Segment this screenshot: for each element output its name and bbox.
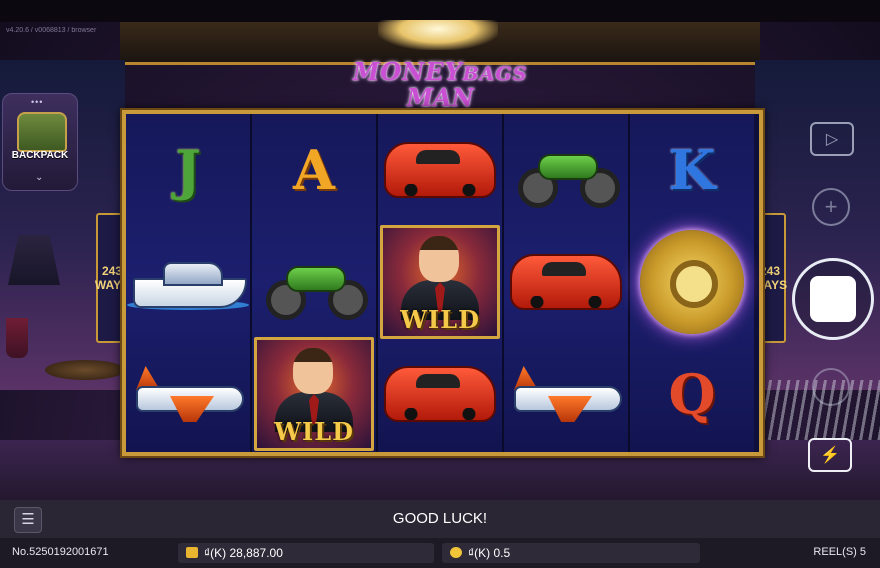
wine-glass — [6, 318, 28, 358]
letter-a: A — [293, 138, 335, 202]
bet-increase-button[interactable]: + — [812, 188, 850, 226]
symbol-motorcycle — [252, 226, 376, 338]
symbol-yacht — [126, 226, 250, 338]
logo-word-money: MONEY — [352, 57, 463, 86]
turbo-button[interactable]: ⚡ — [808, 438, 852, 472]
lightning-icon: ⚡ — [820, 447, 840, 464]
coins-icon — [450, 547, 462, 558]
wild-icon: WILD — [380, 225, 500, 339]
plus-icon: + — [824, 194, 838, 219]
version-text: v4.20.6 / v0068813 / browser — [6, 27, 97, 34]
autoplay-button[interactable] — [812, 368, 850, 406]
symbol-airplane — [126, 338, 250, 450]
airplane-icon — [132, 362, 244, 426]
side-table — [45, 360, 125, 380]
symbol-wild: WILD — [378, 225, 502, 339]
symbol-k: K — [630, 114, 754, 226]
motorcycle-icon — [264, 252, 368, 320]
reel-4 — [504, 114, 630, 452]
wild-label: WILD — [400, 305, 480, 334]
top-bar — [0, 0, 880, 22]
chandelier — [378, 20, 498, 50]
video-icon: ▷ — [825, 131, 839, 148]
symbol-sports-car — [378, 114, 502, 226]
backpack-icon — [17, 112, 67, 152]
reels-count: REEL(S) 5 — [813, 546, 866, 558]
spin-button[interactable] — [792, 258, 874, 340]
game-logo: MONEYBAGS MAN — [320, 60, 560, 112]
video-record-button[interactable]: ▷ — [810, 122, 854, 156]
motorcycle-icon — [516, 140, 620, 208]
letter-k: K — [668, 138, 716, 202]
symbol-motorcycle — [504, 114, 628, 226]
symbol-sports-car — [504, 226, 628, 338]
game-number: No.5250192001671 — [12, 546, 109, 558]
info-bar — [0, 538, 880, 568]
stop-icon — [810, 276, 856, 322]
letter-q: Q — [668, 362, 716, 426]
wallet-icon — [186, 547, 198, 558]
more-dots-icon: ••• — [31, 97, 44, 107]
symbol-a: A — [252, 114, 376, 226]
reel-grid: J A WILD WILD K Q — [122, 110, 763, 456]
reel-3: WILD — [378, 114, 504, 452]
logo-word-bags: BAGS — [462, 63, 528, 85]
chevron-down-icon: ⌄ — [35, 172, 44, 183]
backpack-button[interactable]: ••• BACKPACK ⌄ — [2, 93, 78, 191]
sports-car-icon — [384, 366, 496, 422]
balance-value: ₫(K) 28,887.00 — [204, 546, 283, 560]
wild-label: WILD — [274, 417, 354, 446]
backpack-label: BACKPACK — [11, 150, 69, 161]
ways-number: 243 — [101, 264, 123, 278]
bet-value: ₫(K) 0.5 — [468, 546, 511, 560]
status-message: GOOD LUCK! — [392, 510, 488, 527]
logo-word-man: MAN — [406, 83, 474, 112]
letter-j: J — [175, 138, 201, 202]
vault-icon — [640, 230, 744, 334]
symbol-q: Q — [630, 338, 754, 450]
sports-car-icon — [384, 142, 496, 198]
reel-5: K Q — [630, 114, 754, 452]
symbol-j: J — [126, 114, 250, 226]
balance-display: ₫(K) 28,887.00 — [178, 543, 434, 563]
reel-2: A WILD — [252, 114, 378, 452]
reel-1: J — [126, 114, 252, 452]
symbol-airplane — [504, 338, 628, 450]
sports-car-icon — [510, 254, 622, 310]
airplane-icon — [510, 362, 622, 426]
symbol-sports-car — [378, 338, 502, 450]
symbol-vault — [630, 226, 754, 338]
bet-display[interactable]: ₫(K) 0.5 — [442, 543, 700, 563]
symbol-wild: WILD — [252, 337, 376, 451]
wild-icon: WILD — [254, 337, 374, 451]
yacht-icon — [127, 254, 249, 310]
